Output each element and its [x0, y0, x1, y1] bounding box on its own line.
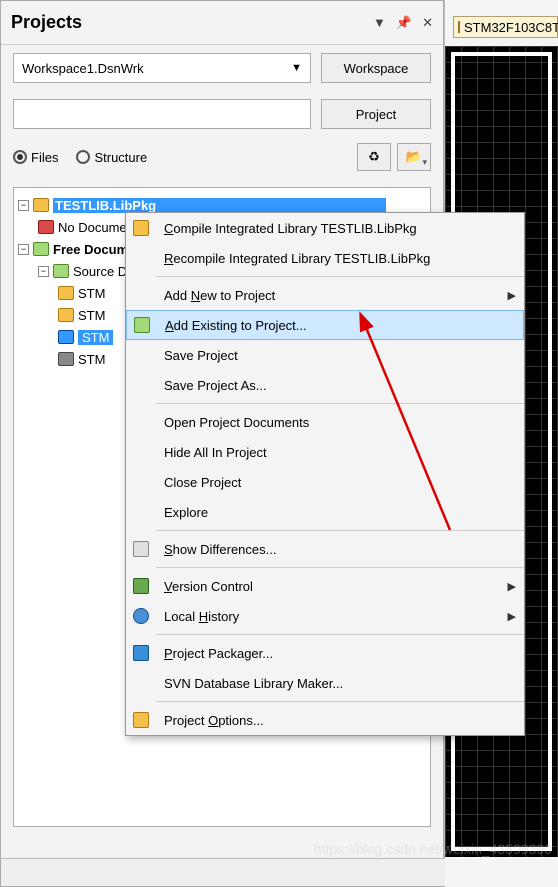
refresh-button[interactable]: ♻	[357, 143, 391, 171]
ctx-svn-db-label: SVN Database Library Maker...	[156, 676, 516, 691]
ctx-add-existing-label: Add Existing to Project...	[157, 318, 515, 333]
panel-footer	[1, 858, 445, 886]
packager-icon	[133, 645, 149, 661]
ctx-show-diff[interactable]: Show Differences...	[126, 534, 524, 564]
tree-file-3-label: STM	[78, 352, 105, 367]
ctx-version-control[interactable]: Version Control ▶	[126, 571, 524, 601]
ctx-hide-all[interactable]: Hide All In Project	[126, 437, 524, 467]
project-button-label: Project	[356, 107, 396, 122]
pcblib-icon	[58, 330, 74, 344]
workspace-row: Workspace1.DsnWrk ▼ Workspace	[1, 45, 443, 91]
ctx-project-options[interactable]: Project Options...	[126, 705, 524, 735]
collapse-icon[interactable]: −	[38, 266, 49, 277]
tree-file-2-label: STM	[78, 330, 113, 345]
submenu-arrow-icon: ▶	[508, 580, 516, 593]
ctx-add-new-label: Add New to Project	[156, 288, 508, 303]
schdoc-icon	[58, 308, 74, 322]
ctx-open-docs-label: Open Project Documents	[156, 415, 516, 430]
submenu-arrow-icon: ▶	[508, 289, 516, 302]
filter-row: Files Structure ♻ 📂	[1, 137, 443, 177]
ctx-add-existing[interactable]: Add Existing to Project...	[126, 310, 524, 340]
project-folder-icon	[33, 198, 49, 212]
separator	[156, 701, 524, 702]
structure-radio-label: Structure	[94, 150, 147, 165]
ctx-packager-label: Project Packager...	[156, 646, 516, 661]
lib-icon	[58, 352, 74, 366]
editor-tab-label: STM32F103C8T6	[464, 20, 558, 35]
ctx-compile[interactable]: Compile Integrated Library TESTLIB.LibPk…	[126, 213, 524, 243]
files-radio-label: Files	[31, 150, 58, 165]
ctx-project-packager[interactable]: Project Packager...	[126, 638, 524, 668]
ctx-save-label: Save Project	[156, 348, 516, 363]
no-docs-icon	[38, 220, 54, 234]
ctx-svn-db-maker[interactable]: SVN Database Library Maker...	[126, 668, 524, 698]
editor-tab[interactable]: STM32F103C8T6	[453, 16, 558, 38]
radio-unchecked-icon	[76, 150, 90, 164]
ctx-recompile[interactable]: Recompile Integrated Library TESTLIB.Lib…	[126, 243, 524, 273]
separator	[156, 276, 524, 277]
workspace-selected-label: Workspace1.DsnWrk	[22, 61, 144, 76]
schdoc-icon	[58, 286, 74, 300]
document-icon	[458, 21, 460, 33]
ctx-compile-label: Compile Integrated Library TESTLIB.LibPk…	[156, 221, 516, 236]
tree-file-0-label: STM	[78, 286, 105, 301]
files-radio[interactable]: Files	[13, 150, 58, 165]
separator	[156, 530, 524, 531]
refresh-icon: ♻	[368, 149, 380, 165]
structure-radio[interactable]: Structure	[76, 150, 147, 165]
ctx-version-control-label: Version Control	[156, 579, 508, 594]
ctx-options-label: Project Options...	[156, 713, 516, 728]
close-icon[interactable]: ✕	[422, 15, 433, 31]
tree-file-1-label: STM	[78, 308, 105, 323]
panel-header: Projects ▼ 📌 ✕	[1, 1, 443, 45]
watermark: https://blog.csdn.net/weixin_43599390	[314, 841, 552, 857]
ctx-local-history[interactable]: Local History ▶	[126, 601, 524, 631]
collapse-icon[interactable]: −	[18, 200, 29, 211]
submenu-arrow-icon: ▶	[508, 610, 516, 623]
ctx-close-label: Close Project	[156, 475, 516, 490]
chevron-down-icon: ▼	[291, 62, 302, 74]
ctx-local-history-label: Local History	[156, 609, 508, 624]
ctx-save[interactable]: Save Project	[126, 340, 524, 370]
pin-icon[interactable]: 📌	[396, 15, 412, 31]
folder-icon	[53, 264, 69, 278]
panel-title: Projects	[11, 12, 82, 33]
workspace-button[interactable]: Workspace	[321, 53, 431, 83]
ctx-add-new[interactable]: Add New to Project ▶	[126, 280, 524, 310]
ctx-save-as-label: Save Project As...	[156, 378, 516, 393]
options-icon	[133, 712, 149, 728]
project-filter-input[interactable]	[13, 99, 311, 129]
ctx-explore-label: Explore	[156, 505, 516, 520]
history-icon	[133, 608, 149, 624]
context-menu: Compile Integrated Library TESTLIB.LibPk…	[125, 212, 525, 736]
ctx-open-docs[interactable]: Open Project Documents	[126, 407, 524, 437]
ctx-close-project[interactable]: Close Project	[126, 467, 524, 497]
separator	[156, 403, 524, 404]
ctx-show-diff-label: Show Differences...	[156, 542, 516, 557]
version-control-icon	[133, 578, 149, 594]
ctx-explore[interactable]: Explore	[126, 497, 524, 527]
diff-icon	[133, 541, 149, 557]
workspace-select[interactable]: Workspace1.DsnWrk ▼	[13, 53, 311, 83]
workspace-button-label: Workspace	[344, 61, 409, 76]
collapse-icon[interactable]: −	[18, 244, 29, 255]
open-folder-icon: 📂	[406, 149, 422, 165]
open-button[interactable]: 📂	[397, 143, 431, 171]
project-row: Project	[1, 91, 443, 137]
compile-icon	[133, 220, 149, 236]
separator	[156, 567, 524, 568]
radio-checked-icon	[13, 150, 27, 164]
panel-controls: ▼ 📌 ✕	[373, 15, 433, 31]
add-existing-icon	[134, 317, 150, 333]
project-button[interactable]: Project	[321, 99, 431, 129]
panel-menu-icon[interactable]: ▼	[373, 15, 386, 31]
ctx-hide-all-label: Hide All In Project	[156, 445, 516, 460]
ctx-save-as[interactable]: Save Project As...	[126, 370, 524, 400]
tree-root-label: TESTLIB.LibPkg	[53, 198, 386, 213]
ctx-recompile-label: Recompile Integrated Library TESTLIB.Lib…	[156, 251, 516, 266]
folder-icon	[33, 242, 49, 256]
separator	[156, 634, 524, 635]
